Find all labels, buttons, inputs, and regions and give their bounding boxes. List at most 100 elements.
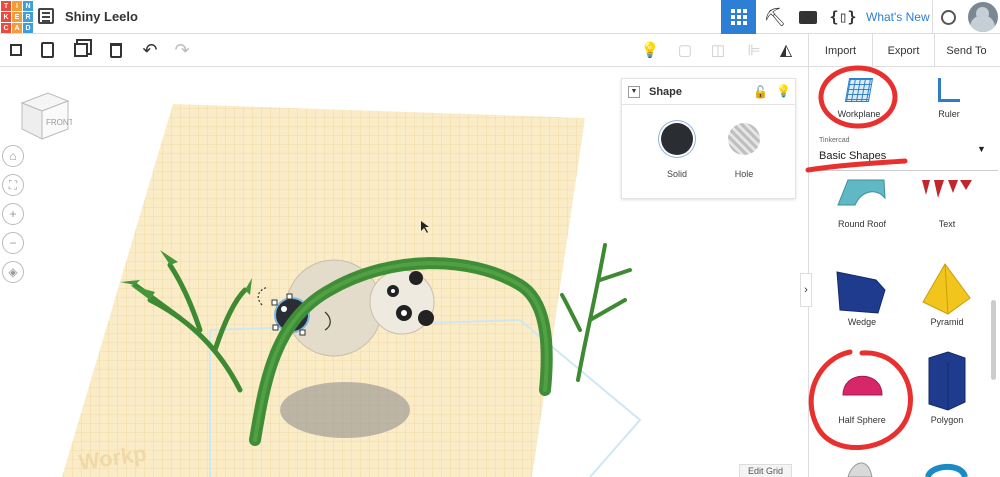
duplicate-button[interactable] (71, 40, 91, 60)
copy-icon (6, 40, 22, 56)
workplane-label: Workplane (837, 109, 881, 119)
fit-icon: ⛶ (8, 177, 18, 192)
import-button[interactable]: Import (808, 34, 872, 67)
shape-panel-title: Shape (649, 85, 683, 98)
top-bar: T I N K E R C A D Shiny Leelo ⛏ {▯} What… (0, 0, 1000, 34)
home-view-button[interactable]: ⌂ (2, 145, 24, 167)
wedge-shape[interactable] (836, 271, 886, 314)
text-label: Text (938, 219, 956, 229)
workplane-icon (844, 78, 874, 102)
plus-icon: + (9, 207, 17, 221)
redo-icon: ↷ (174, 39, 190, 60)
zoom-in-button[interactable]: + (2, 203, 24, 225)
category-source: Tinkercad (819, 137, 850, 144)
wedge-label: Wedge (847, 317, 877, 327)
paste-button[interactable] (37, 40, 57, 60)
polygon-shape[interactable] (928, 351, 966, 411)
cube-icon: ◈ (8, 265, 18, 279)
home-icon: ⌂ (9, 149, 17, 163)
solid-option[interactable]: Solid (652, 123, 702, 182)
whats-new-link[interactable]: What's New (866, 10, 930, 24)
bricks-icon (799, 10, 817, 24)
redo-button[interactable]: ↷ (172, 40, 192, 60)
polygon-label: Polygon (930, 415, 964, 425)
panel-toggle-button[interactable]: › (800, 273, 812, 307)
show-all-button[interactable]: 💡 (640, 40, 660, 60)
caret-down-icon[interactable]: ▼ (977, 144, 986, 154)
bulb-icon[interactable]: 💡 (776, 84, 791, 98)
panda-shadow (280, 382, 410, 438)
group-icon: ▢ (677, 42, 693, 59)
codeblocks-button[interactable]: {▯} (827, 0, 859, 34)
send-to-button[interactable]: Send To (934, 34, 998, 67)
ungroup-icon: ◫ (710, 42, 726, 59)
logo-letter: K (1, 12, 11, 22)
avatar[interactable] (968, 2, 998, 32)
panel-scrollbar[interactable] (991, 300, 996, 380)
solid-swatch[interactable] (661, 123, 693, 155)
workplane-tool[interactable]: Workplane (830, 78, 888, 119)
text-shape[interactable] (922, 180, 972, 198)
hole-label: Hole (734, 169, 754, 179)
mirror-icon: ◭ (779, 42, 793, 59)
minecraft-view-button[interactable]: ⛏ (760, 0, 790, 34)
fit-view-button[interactable]: ⛶ (2, 174, 24, 196)
view-cube-label: FRONT (46, 118, 72, 127)
add-user-icon (941, 9, 956, 25)
solid-label: Solid (666, 169, 687, 179)
document-title[interactable]: Shiny Leelo (65, 9, 138, 24)
codeblocks-icon: {▯} (829, 8, 857, 26)
invite-user-button[interactable] (932, 0, 964, 34)
bulb-icon: 💡 (640, 42, 660, 59)
half-sphere-label: Half Sphere (838, 415, 886, 425)
shape-inspector: ▼ Shape 🔓 💡 Solid Hole (621, 78, 796, 199)
logo-letter: E (12, 12, 22, 22)
3d-design-view-button[interactable] (721, 0, 756, 34)
logo-letter: C (1, 23, 11, 33)
align-icon: ⊫ (747, 42, 761, 59)
category-selected[interactable]: Basic Shapes (819, 150, 886, 162)
minus-icon: − (9, 236, 17, 250)
logo-letter: D (23, 23, 33, 33)
round-roof-shape[interactable] (837, 179, 886, 206)
trash-icon (110, 42, 122, 58)
delete-button[interactable] (106, 40, 126, 60)
ruler-icon (938, 78, 960, 102)
pickaxe-icon: ⛏ (763, 6, 787, 27)
pyramid-label: Pyramid (930, 317, 964, 327)
align-button[interactable]: ⊫ (744, 40, 764, 60)
half-sphere-shape[interactable] (842, 375, 883, 396)
undo-button[interactable]: ↶ (140, 40, 160, 60)
design-grid-icon (730, 9, 747, 25)
round-roof-label: Round Roof (837, 219, 887, 229)
logo-letter: I (12, 1, 22, 11)
ruler-label: Ruler (938, 109, 960, 119)
zoom-out-button[interactable]: − (2, 232, 24, 254)
view-cube[interactable]: FRONT (18, 89, 72, 143)
undo-icon: ↶ (142, 39, 158, 60)
hole-option[interactable]: Hole (719, 123, 769, 182)
chevron-right-icon: › (804, 284, 808, 296)
caret-down-icon: ▼ (630, 88, 638, 95)
mirror-button[interactable]: ◭ (776, 40, 796, 60)
ruler-tool[interactable]: Ruler (920, 78, 978, 119)
hole-swatch[interactable] (728, 123, 760, 155)
logo-letter: T (1, 1, 11, 11)
paste-icon (40, 42, 54, 58)
right-bamboo[interactable] (560, 243, 632, 382)
copy-button[interactable] (6, 40, 26, 60)
bricks-view-button[interactable] (793, 0, 823, 34)
logo-letter: N (23, 1, 33, 11)
logo-letter: R (23, 12, 33, 22)
collapse-panel-button[interactable]: ▼ (628, 85, 640, 98)
lock-icon[interactable]: 🔓 (753, 85, 768, 99)
tinkercad-logo[interactable]: T I N K E R C A D (0, 0, 33, 33)
perspective-button[interactable]: ◈ (2, 261, 24, 283)
ungroup-button[interactable]: ◫ (708, 40, 728, 60)
group-button[interactable]: ▢ (675, 40, 695, 60)
logo-letter: A (12, 23, 22, 33)
export-button[interactable]: Export (872, 34, 934, 67)
duplicate-icon (74, 43, 88, 57)
design-list-icon[interactable] (38, 8, 54, 24)
edit-grid-button[interactable]: Edit Grid (739, 464, 793, 477)
